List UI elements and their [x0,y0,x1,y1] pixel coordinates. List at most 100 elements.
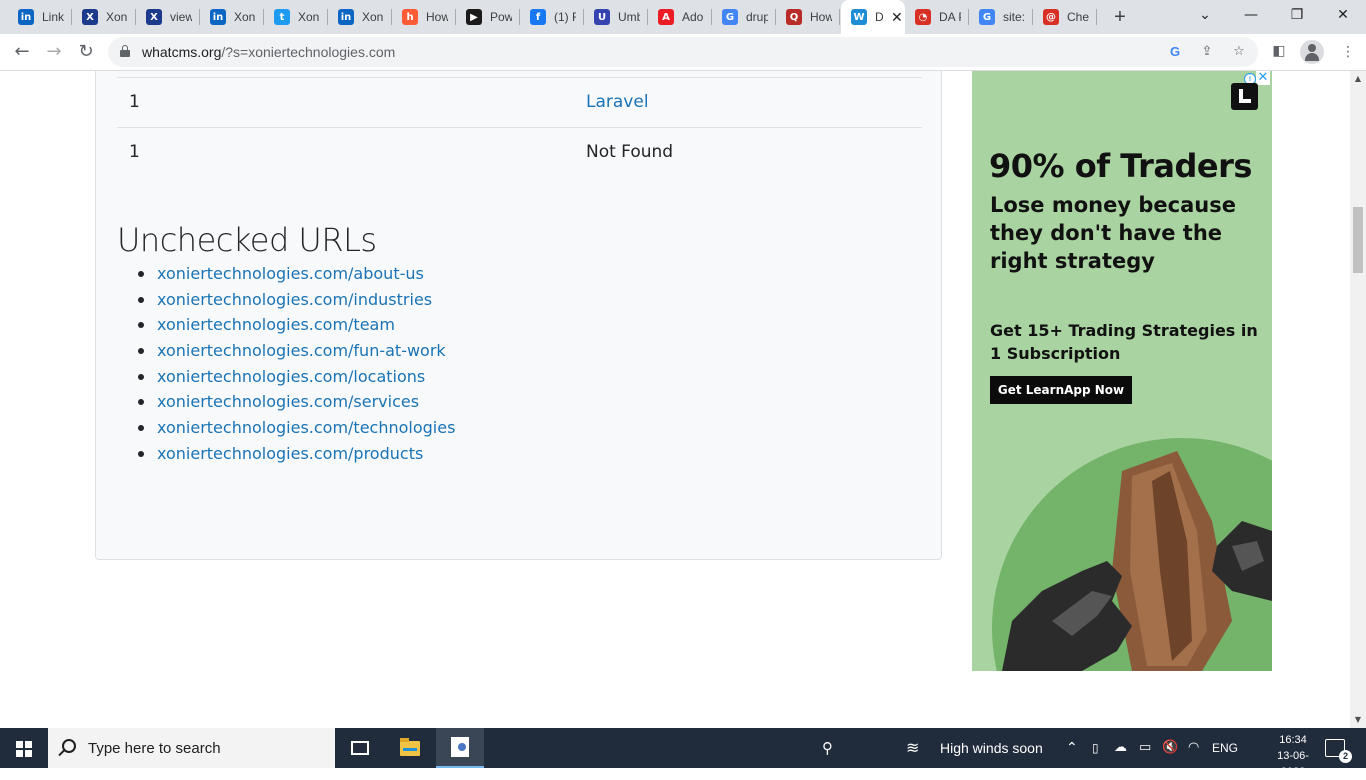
battery-icon[interactable]: ▭ [1139,728,1151,768]
device-icon[interactable]: ▯ [1092,728,1099,768]
notification-icon[interactable]: 2 [1325,739,1352,763]
browser-tab[interactable]: Q How [776,0,840,34]
tab-title: D [875,10,883,24]
list-item[interactable]: xoniertechnologies.com/products [137,441,455,467]
browser-tab[interactable]: @ Chec [1033,0,1097,34]
ad-headline: 90% of Traders [989,147,1252,185]
table-row: 1 Laravel [117,77,922,127]
weather-text[interactable]: High winds soon [940,728,1043,768]
share-icon[interactable]: ⇪ [1198,43,1216,61]
url-link[interactable]: xoniertechnologies.com/locations [157,367,425,386]
list-item[interactable]: xoniertechnologies.com/team [137,312,455,338]
browser-tab[interactable]: in Linkedin [8,0,72,34]
close-window-button[interactable]: ✕ [1320,0,1366,30]
url-text[interactable]: whatcms.org/?s=xoniertechnologies.com [142,44,395,60]
list-item[interactable]: xoniertechnologies.com/fun-at-work [137,338,455,364]
tab-title: How [426,10,448,24]
url-link[interactable]: xoniertechnologies.com/services [157,392,419,411]
hubspot-icon: h [402,9,418,25]
x-icon: X [146,9,162,25]
twitter-icon: t [274,9,290,25]
list-item[interactable]: xoniertechnologies.com/about-us [137,261,455,287]
scroll-up-arrow[interactable]: ▲ [1353,74,1363,84]
side-panel-icon[interactable]: ◧ [1269,41,1289,61]
list-item[interactable]: xoniertechnologies.com/industries [137,287,455,313]
close-tab-icon[interactable]: ✕ [891,9,903,26]
count-cell: 1 [129,142,140,162]
list-item[interactable]: xoniertechnologies.com/technologies [137,415,455,441]
maximize-button[interactable]: ❐ [1274,0,1320,30]
browser-tab[interactable]: W D ✕ [841,0,905,34]
bookmark-star-icon[interactable]: ☆ [1230,43,1248,61]
wallet-hands-image [1002,451,1272,671]
page-scrollbar[interactable]: ▲ ▼ [1350,71,1366,728]
learnapp-logo [1231,83,1258,110]
minimize-button[interactable]: — [1228,0,1274,30]
menu-kebab-icon[interactable]: ⋮ [1338,42,1358,62]
browser-tab[interactable]: in Xonier [328,0,392,34]
x-icon: X [82,9,98,25]
scroll-down-arrow[interactable]: ▼ [1353,715,1363,725]
chevron-up-icon[interactable]: ⌃ [1066,728,1078,768]
wind-icon[interactable]: ≋ [906,728,919,768]
url-link[interactable]: xoniertechnologies.com/technologies [157,418,455,437]
clock[interactable]: 16:34 13-06-2023 [1268,732,1318,780]
new-tab-button[interactable]: + [1108,5,1132,29]
tab-title: site: [1003,10,1025,24]
url-link[interactable]: xoniertechnologies.com/products [157,444,423,463]
advertisement[interactable]: i ✕ 90% of Traders Lose money because th… [972,71,1272,671]
forward-button[interactable]: → [40,38,68,66]
ad-cta-button[interactable]: Get LearnApp Now [990,376,1132,404]
back-button[interactable]: ← [8,38,36,66]
browser-tab[interactable]: ◔ DA P [905,0,969,34]
tab-title: Adol [682,10,704,24]
url-link[interactable]: xoniertechnologies.com/industries [157,290,432,309]
profile-avatar[interactable] [1300,40,1324,64]
active-app-button[interactable] [436,728,484,768]
browser-tab[interactable]: X Xonier [72,0,136,34]
search-icon [62,739,76,753]
count-cell: 1 [129,92,140,112]
tab-title: How [810,10,832,24]
browser-tab[interactable]: in Xonier [200,0,264,34]
browser-toolbar: ← → ↻ whatcms.org/?s=xoniertechnologies.… [0,34,1366,71]
checker-icon: @ [1043,9,1059,25]
url-link[interactable]: xoniertechnologies.com/team [157,315,395,334]
address-bar[interactable]: whatcms.org/?s=xoniertechnologies.com G … [108,37,1258,67]
folder-icon [400,737,420,756]
tab-search-button[interactable]: ⌄ [1182,0,1228,30]
browser-tab[interactable]: Gdrup [712,0,776,34]
browser-tab[interactable]: Xview [136,0,200,34]
cloud-icon[interactable]: ☁ [1114,728,1127,768]
tab-title: Xonier [298,10,320,24]
cms-link-laravel[interactable]: Laravel [586,92,649,112]
people-icon[interactable]: ⚲ [822,728,833,768]
google-lens-icon[interactable]: G [1166,43,1184,61]
umbraco-icon: U [594,9,610,25]
browser-tab[interactable]: t Xonier [264,0,328,34]
google-icon: G [979,9,995,25]
reload-button[interactable]: ↻ [72,38,100,66]
browser-tab[interactable]: A Adol [648,0,712,34]
url-link[interactable]: xoniertechnologies.com/fun-at-work [157,341,446,360]
browser-tab[interactable]: Gsite: [969,0,1033,34]
browser-tab[interactable]: ▶ Power [456,0,520,34]
scroll-thumb[interactable] [1353,207,1363,273]
file-explorer-button[interactable] [386,728,434,768]
taskbar-search[interactable]: Type here to search [48,728,335,768]
list-item[interactable]: xoniertechnologies.com/locations [137,364,455,390]
task-view-button[interactable] [336,728,384,768]
url-link[interactable]: xoniertechnologies.com/about-us [157,264,424,283]
linkedin-icon: in [210,9,226,25]
start-button[interactable] [16,741,32,757]
browser-tab[interactable]: U Umb [584,0,648,34]
lock-icon[interactable] [120,45,130,57]
language-indicator[interactable]: ENG [1212,728,1238,768]
volume-muted-icon[interactable]: 🔇 [1162,728,1178,768]
browser-tab[interactable]: h How [392,0,456,34]
linkedin-icon: in [18,9,34,25]
ad-close-icon[interactable]: ✕ [1256,71,1270,85]
list-item[interactable]: xoniertechnologies.com/services [137,389,455,415]
wifi-icon[interactable]: ◠ [1188,728,1199,768]
browser-tab[interactable]: f (1) F [520,0,584,34]
